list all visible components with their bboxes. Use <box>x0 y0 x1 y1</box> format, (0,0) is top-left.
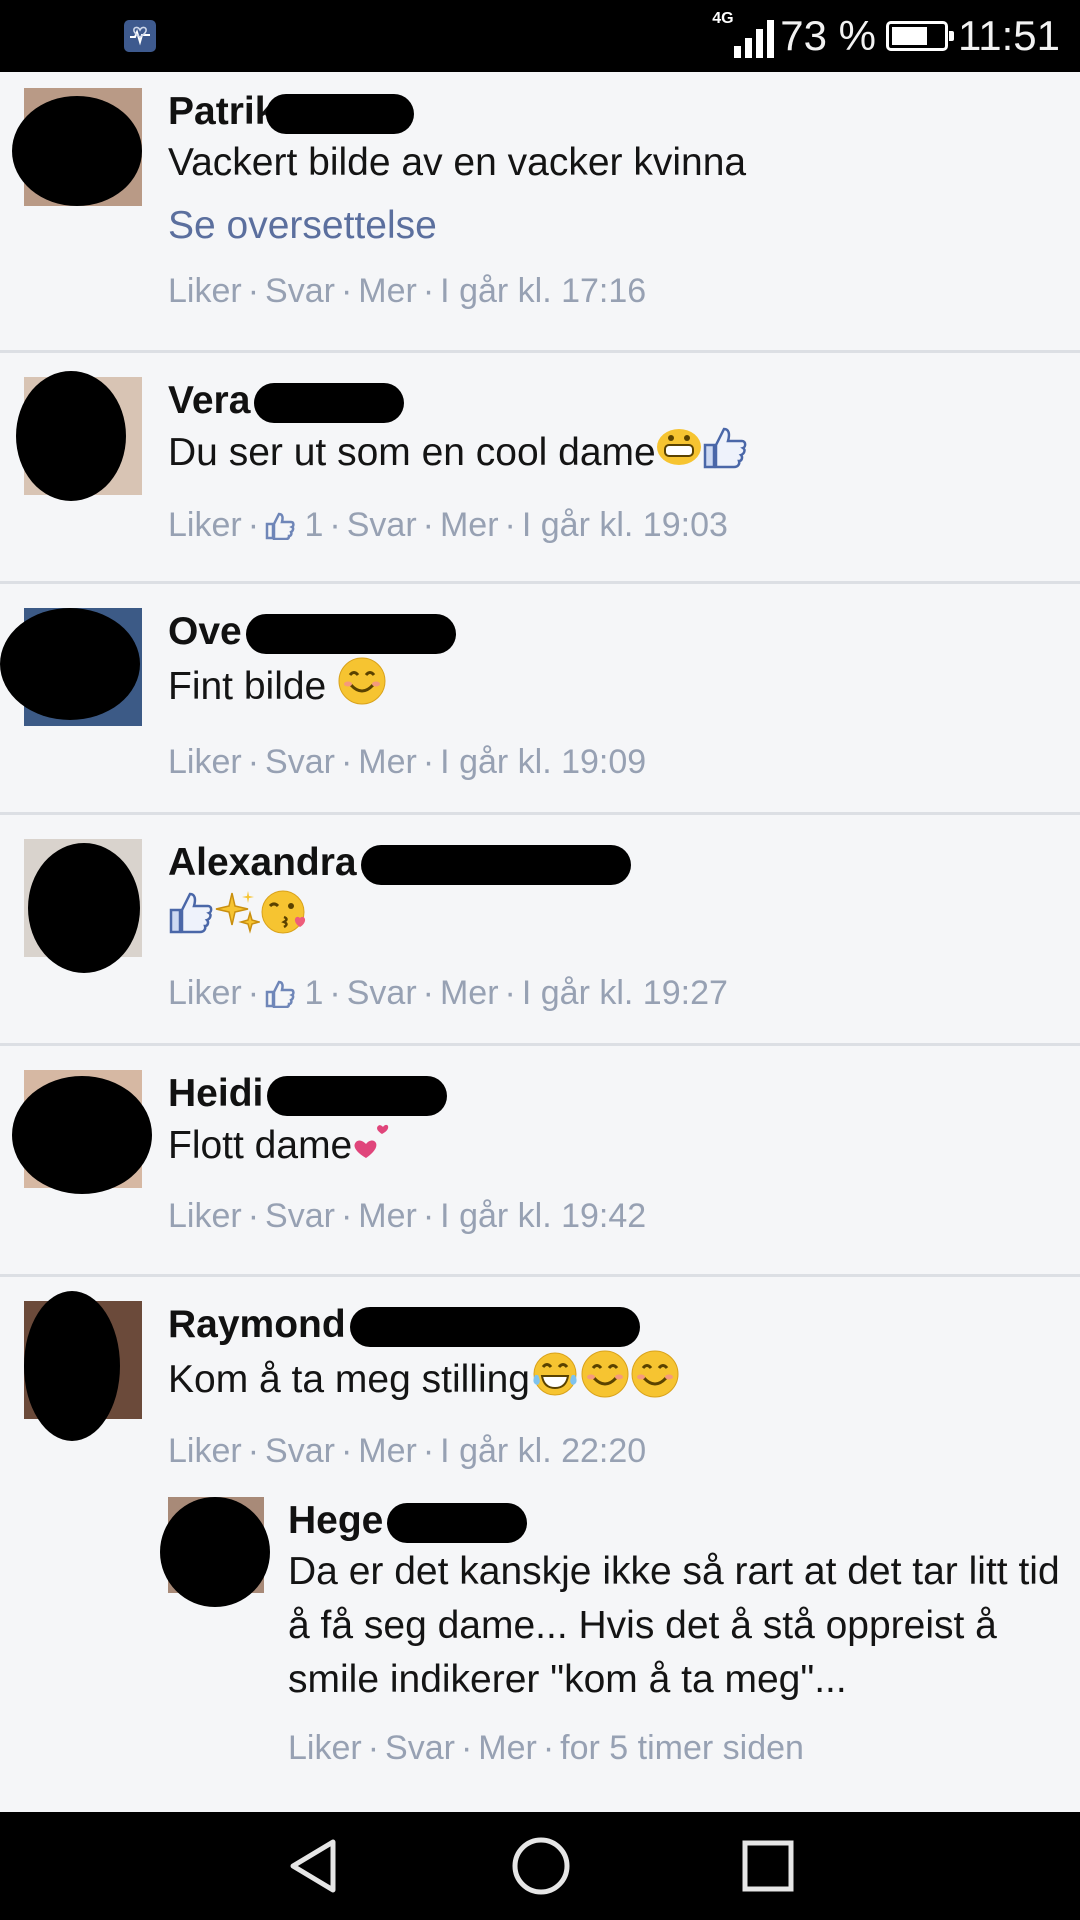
timestamp: I går kl. 22:20 <box>440 1432 647 1470</box>
avatar[interactable] <box>24 839 142 973</box>
commenter-name[interactable]: Raymond <box>168 1301 640 1349</box>
timestamp: I går kl. 19:03 <box>521 506 728 544</box>
comment-item: Heidi Flott dame Liker · Svar · Mer · I går kl… <box>0 1046 1080 1277</box>
reply-meta: Liker · Svar · Mer · for 5 timer siden <box>288 1729 804 1767</box>
commenter-name[interactable]: Ove <box>168 608 456 656</box>
two-hearts-emoji-icon <box>352 1118 392 1177</box>
reply-link[interactable]: Svar <box>347 974 417 1012</box>
comment-text: Vackert bilde av en vacker kvinna <box>168 141 747 184</box>
like-link[interactable]: Liker <box>168 1197 242 1235</box>
reply-link[interactable]: Svar <box>347 506 417 544</box>
avatar[interactable] <box>12 1070 152 1194</box>
avatar[interactable] <box>24 1291 142 1441</box>
avatar[interactable] <box>16 371 142 501</box>
comment-meta: Liker · Svar · Mer · I går kl. 17:16 <box>168 272 647 310</box>
comment-text: Fint bilde <box>168 656 1060 721</box>
battery-percent: 73 % <box>780 12 876 59</box>
comment-meta: Liker · Svar · Mer · I går kl. 22:20 <box>168 1432 647 1470</box>
more-link[interactable]: Mer <box>358 743 417 781</box>
grin-emoji-icon <box>656 427 702 482</box>
avatar[interactable] <box>0 608 142 726</box>
comment-item: Raymond Kom å ta meg stilling Liker · Svar… <box>0 1277 1080 1812</box>
like-count[interactable]: 1 <box>304 506 323 544</box>
reply-link[interactable]: Svar <box>265 1432 335 1470</box>
sparkles-emoji-icon <box>214 889 262 950</box>
reply-item: Hege Da er det kanskje ikke så rart at d… <box>160 1497 1060 1812</box>
more-link[interactable]: Mer <box>440 974 499 1012</box>
like-link[interactable]: Liker <box>168 1432 242 1470</box>
reply-link[interactable]: Svar <box>265 1197 335 1235</box>
more-link[interactable]: Mer <box>358 1432 417 1470</box>
comment-item: Alexandra Liker · 1 · Svar · Mer · I går kl. 19… <box>0 815 1080 1046</box>
comment-item: Patrik Vackert bilde av en vacker kvinna… <box>0 72 1080 353</box>
thumbs-up-emoji-icon <box>168 890 214 949</box>
comment-feed[interactable]: Patrik Vackert bilde av en vacker kvinna… <box>0 72 1080 1812</box>
commenter-name[interactable]: Alexandra <box>168 839 631 887</box>
reply-link[interactable]: Svar <box>265 272 335 310</box>
commenter-name[interactable]: Patrik <box>168 88 415 136</box>
back-icon[interactable] <box>285 1836 341 1896</box>
more-link[interactable]: Mer <box>358 272 417 310</box>
like-count-icon <box>265 978 295 1017</box>
commenter-name[interactable]: Hege <box>288 1497 528 1545</box>
like-count-icon <box>265 510 295 549</box>
like-link[interactable]: Liker <box>288 1729 362 1767</box>
reply-link[interactable]: Svar <box>385 1729 455 1767</box>
comment-text: Kom å ta meg stilling <box>168 1349 1060 1414</box>
comment-meta: Liker · Svar · Mer · I går kl. 19:42 <box>168 1197 647 1235</box>
timestamp: I går kl. 19:09 <box>440 743 647 781</box>
like-link[interactable]: Liker <box>168 974 242 1012</box>
comment-item: Ove Fint bilde Liker · Svar · Mer · I går kl. … <box>0 584 1080 815</box>
status-bar: 4G 73 % 11:51 <box>0 0 1080 72</box>
network-type: 4G <box>712 10 734 27</box>
avatar[interactable] <box>160 1497 270 1607</box>
commenter-name[interactable]: Vera <box>168 377 405 425</box>
timestamp: I går kl. 17:16 <box>440 272 647 310</box>
comment-meta: Liker · Svar · Mer · I går kl. 19:09 <box>168 743 647 781</box>
home-icon[interactable] <box>511 1836 571 1896</box>
comment-text: Du ser ut som en cool dame <box>168 425 1060 484</box>
comment-item: Vera Du ser ut som en cool dame Liker · 1… <box>0 353 1080 584</box>
like-count[interactable]: 1 <box>304 974 323 1012</box>
clock: 11:51 <box>958 12 1060 59</box>
comment-meta: Liker · 1 · Svar · Mer · I går kl. 19:27 <box>168 974 1060 1017</box>
reply-link[interactable]: Svar <box>265 743 335 781</box>
smile-emoji-icon <box>337 656 387 721</box>
like-link[interactable]: Liker <box>168 743 242 781</box>
like-link[interactable]: Liker <box>168 506 242 544</box>
reply-text: Da er det kanskje ikke så rart at det ta… <box>288 1550 1060 1701</box>
like-link[interactable]: Liker <box>168 272 242 310</box>
comment-text: Flott dame <box>168 1118 1060 1177</box>
comment-meta: Liker · 1 · Svar · Mer · I går kl. 19:03 <box>168 506 1060 549</box>
timestamp: I går kl. 19:42 <box>440 1197 647 1235</box>
signal-icon: 4G <box>712 10 775 58</box>
system-navigation-bar <box>0 1812 1080 1920</box>
recents-icon[interactable] <box>741 1839 795 1893</box>
timestamp: for 5 timer siden <box>560 1729 804 1767</box>
smile-emoji-icon <box>580 1349 630 1414</box>
smile-emoji-icon <box>630 1349 680 1414</box>
see-translation-link[interactable]: Se oversettelse <box>168 204 1060 248</box>
tears-of-joy-emoji-icon <box>530 1349 580 1414</box>
more-link[interactable]: Mer <box>478 1729 537 1767</box>
timestamp: I går kl. 19:27 <box>521 974 728 1012</box>
comment-text <box>168 887 1060 952</box>
health-notification-icon <box>124 20 156 52</box>
kiss-emoji-icon <box>260 887 310 952</box>
battery-icon <box>886 21 954 51</box>
commenter-name[interactable]: Heidi <box>168 1070 448 1118</box>
thumbs-up-emoji-icon <box>702 425 748 484</box>
more-link[interactable]: Mer <box>358 1197 417 1235</box>
more-link[interactable]: Mer <box>440 506 499 544</box>
avatar[interactable] <box>12 88 142 206</box>
